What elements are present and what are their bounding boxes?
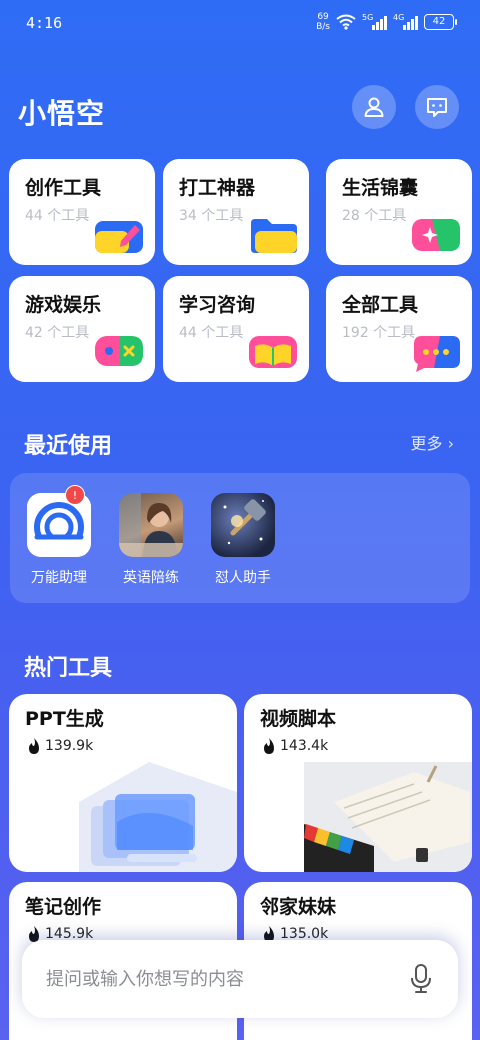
net-speed-value: 69: [317, 12, 329, 22]
person-icon: [364, 97, 384, 117]
category-count: 42 个工具: [25, 325, 90, 341]
hot-card-ppt[interactable]: PPT生成 139.9k: [9, 694, 237, 872]
sparkle-icon: [412, 219, 460, 251]
category-card-life[interactable]: 生活锦囊 28 个工具: [326, 159, 472, 265]
tutor-portrait-image: [119, 493, 183, 557]
battery-icon: 42: [424, 14, 457, 30]
microphone-icon[interactable]: [410, 964, 432, 994]
folder-icon: [251, 219, 297, 253]
category-name: 全部工具: [342, 294, 419, 316]
category-count: 192 个工具: [342, 325, 416, 341]
recent-item-label: 万能助理: [31, 570, 87, 586]
flame-icon: [29, 738, 39, 754]
net-speed: 69 B/s: [316, 12, 330, 32]
recent-section-title: 最近使用: [24, 434, 113, 459]
status-indicators: 69 B/s 5G 4G 42: [316, 12, 457, 32]
ppt-illustration-image: [79, 762, 237, 872]
category-count: 34 个工具: [179, 208, 244, 224]
hot-tool-count: 139.9k: [45, 738, 94, 754]
recent-item-label: 怼人助手: [215, 570, 271, 586]
magic-hammer-image: [223, 499, 266, 545]
profile-button[interactable]: [352, 85, 396, 129]
category-card-creation[interactable]: 创作工具 44 个工具: [9, 159, 155, 265]
english-tutor-avatar: [119, 493, 183, 557]
signal-5g-label: 5G: [362, 13, 374, 22]
hot-tool-count: 143.4k: [280, 738, 329, 754]
category-card-games[interactable]: 游戏娱乐 42 个工具: [9, 276, 155, 382]
hot-tool-name: 邻家妹妹: [260, 896, 337, 918]
hot-card-video-script[interactable]: 视频脚本 143.4k: [244, 694, 472, 872]
recent-item-english[interactable]: 英语陪练: [106, 493, 196, 587]
battery-level: 42: [432, 16, 446, 27]
wifi-icon: [336, 14, 356, 30]
category-count: 28 个工具: [342, 208, 407, 224]
prompt-input[interactable]: [46, 966, 376, 992]
category-name: 生活锦囊: [342, 177, 419, 199]
message-button[interactable]: [415, 85, 459, 129]
category-card-work[interactable]: 打工神器 34 个工具: [163, 159, 309, 265]
recent-panel: ! 万能助理 英语陪练 怼人助手: [10, 473, 470, 603]
signal-4g-label: 4G: [393, 13, 405, 22]
chat-icon: [427, 98, 447, 117]
hot-tool-usage: 139.9k: [27, 738, 93, 754]
category-name: 打工神器: [179, 177, 256, 199]
hot-section-title: 热门工具: [24, 656, 113, 681]
recent-item-label: 英语陪练: [123, 570, 179, 586]
category-count: 44 个工具: [25, 208, 90, 224]
category-name: 学习咨询: [179, 294, 256, 316]
assistant-app-icon: !: [27, 485, 91, 557]
roaster-avatar: [211, 493, 275, 557]
category-card-all[interactable]: 全部工具 192 个工具: [326, 276, 472, 382]
more-link[interactable]: 更多 ›: [411, 430, 455, 454]
flame-icon: [264, 738, 274, 754]
hot-tool-name: PPT生成: [25, 708, 104, 730]
notification-badge: !: [65, 485, 85, 505]
signal-4g-icon: 4G: [393, 13, 418, 30]
app-title: 小悟空: [18, 97, 106, 130]
hot-tool-name: 笔记创作: [25, 896, 102, 918]
pen-icon: [95, 221, 143, 253]
prompt-bar: [22, 940, 458, 1018]
gamepad-icon: [95, 336, 143, 366]
status-bar: 4:16 69 B/s 5G 4G 42: [0, 0, 480, 48]
recent-item-assistant[interactable]: ! 万能助理: [14, 485, 104, 587]
book-icon: [249, 336, 297, 368]
recent-item-roaster[interactable]: 怼人助手: [198, 493, 288, 587]
signal-5g-icon: 5G: [362, 13, 387, 30]
category-card-learning[interactable]: 学习咨询 44 个工具: [163, 276, 309, 382]
net-speed-unit: B/s: [316, 22, 330, 32]
category-name: 游戏娱乐: [25, 294, 102, 316]
category-name: 创作工具: [25, 177, 102, 199]
more-dots-icon: [414, 336, 460, 372]
hot-tool-usage: 143.4k: [262, 738, 328, 754]
hot-tool-name: 视频脚本: [260, 708, 337, 730]
clapperboard-illustration-image: [304, 762, 472, 872]
status-time: 4:16: [26, 14, 63, 32]
category-count: 44 个工具: [179, 325, 244, 341]
